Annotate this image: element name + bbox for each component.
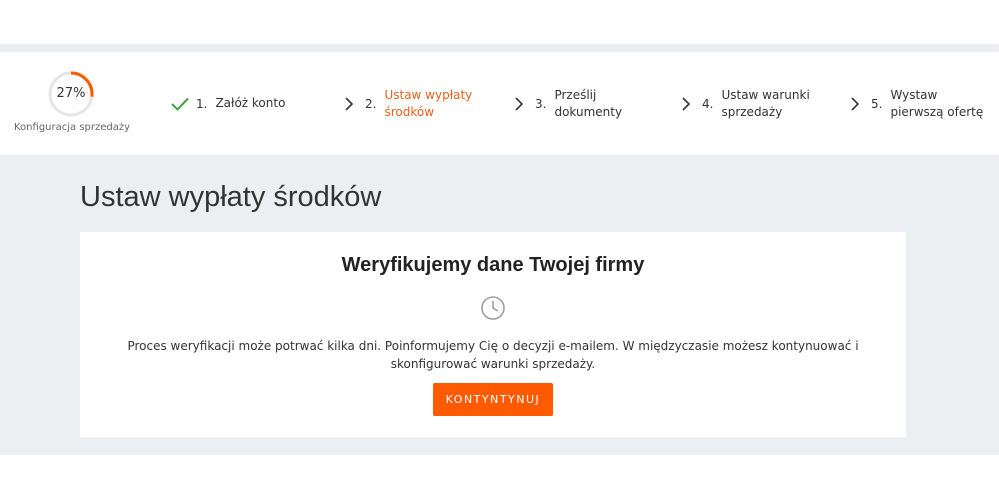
step-number: 2.: [365, 96, 377, 111]
step-first-offer[interactable]: 5. Wystaw pierwszą ofertę: [843, 52, 993, 155]
chevron-right-icon: [337, 92, 361, 116]
setup-stepper: 27% Konfiguracja sprzedaży 1. Załóż kont…: [0, 52, 999, 155]
step-number: 3.: [535, 96, 547, 111]
card-description: Proces weryfikacji może potrwać kilka dn…: [127, 339, 859, 371]
divider: [0, 44, 999, 52]
step-number: 1.: [196, 96, 208, 111]
progress-indicator: 27% Konfiguracja sprzedaży: [14, 68, 131, 154]
main-content: Ustaw wypłaty środków Weryfikujemy dane …: [0, 155, 999, 455]
step-label: Ustaw wypłaty środków: [384, 87, 473, 119]
step-number: 5.: [871, 96, 883, 111]
step-label: Ustaw warunki sprzedaży: [721, 87, 810, 119]
verification-card: Weryfikujemy dane Twojej firmy Proces we…: [80, 232, 906, 437]
check-icon: [168, 92, 192, 116]
chevron-right-icon: [843, 92, 867, 116]
step-number: 4.: [702, 96, 714, 111]
card-title: Weryfikujemy dane Twojej firmy: [341, 254, 645, 276]
step-label: Prześlij dokumenty: [554, 87, 623, 119]
chevron-right-icon: [674, 92, 698, 116]
progress-value: 27%: [56, 86, 86, 101]
top-bar: [0, 0, 999, 44]
step-upload-documents[interactable]: 3. Prześlij dokumenty: [507, 52, 667, 155]
page-title: Ustaw wypłaty środków: [80, 181, 382, 213]
step-payouts[interactable]: 2. Ustaw wypłaty środków: [337, 52, 477, 155]
step-label: Załóż konto: [215, 96, 286, 110]
footer-area: [0, 455, 999, 500]
continue-button[interactable]: KONTYNTYNUJ: [433, 383, 553, 416]
step-create-account[interactable]: 1. Załóż konto: [168, 52, 318, 155]
chevron-right-icon: [507, 92, 531, 116]
step-sales-terms[interactable]: 4. Ustaw warunki sprzedaży: [674, 52, 824, 155]
progress-label: Konfiguracja sprzedaży: [14, 122, 131, 133]
step-label: Wystaw pierwszą ofertę: [890, 87, 984, 119]
clock-icon: [480, 295, 506, 321]
